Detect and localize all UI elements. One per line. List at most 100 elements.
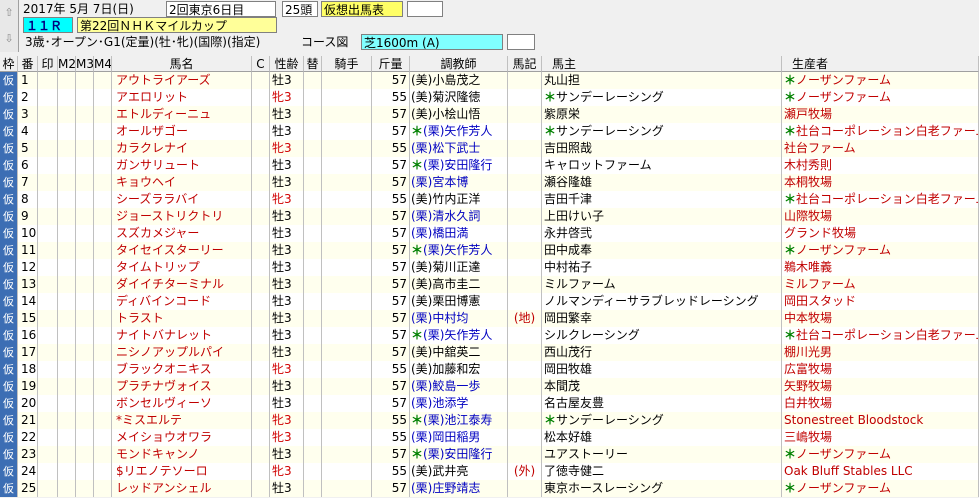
trainer[interactable]: (美)高市圭二 — [410, 276, 508, 293]
owner[interactable]: ノルマンディーサラブレッドレーシング — [542, 293, 782, 310]
trainer[interactable]: (栗)宮本博 — [410, 174, 508, 191]
breeder[interactable]: ＊ノーザンファーム — [782, 89, 979, 106]
m2-cell[interactable] — [58, 208, 76, 225]
breeder[interactable]: ＊社台コーポレーション白老ファーム — [782, 327, 979, 344]
m4-cell[interactable] — [94, 225, 112, 242]
m4-cell[interactable] — [94, 72, 112, 89]
horse-name[interactable]: ブラックオニキス — [112, 361, 252, 378]
shirushi-cell[interactable] — [38, 157, 58, 174]
table-row[interactable]: 仮 11 タイセイスターリー 牡3 57 ＊(栗)矢作芳人 田中成奉 ＊ノーザン… — [0, 242, 979, 259]
trainer[interactable]: (美)武井亮 — [410, 463, 508, 480]
horse-name[interactable]: スズカメジャー — [112, 225, 252, 242]
breeder[interactable]: ＊ノーザンファーム — [782, 72, 979, 89]
table-row[interactable]: 仮 10 スズカメジャー 牡3 57 (栗)橋田満 永井啓弐 グランド牧場 — [0, 225, 979, 242]
table-row[interactable]: 仮 14 ディバインコード 牡3 57 (美)栗田博憲 ノルマンディーサラブレッ… — [0, 293, 979, 310]
jockey-cell[interactable] — [322, 293, 372, 310]
jockey-cell[interactable] — [322, 446, 372, 463]
m2-cell[interactable] — [58, 191, 76, 208]
m2-cell[interactable] — [58, 276, 76, 293]
m4-cell[interactable] — [94, 89, 112, 106]
m3-cell[interactable] — [76, 157, 94, 174]
shirushi-cell[interactable] — [38, 72, 58, 89]
trainer[interactable]: ＊(栗)安田隆行 — [410, 157, 508, 174]
jockey-cell[interactable] — [322, 123, 372, 140]
trainer[interactable]: (栗)清水久詞 — [410, 208, 508, 225]
breeder[interactable]: 白井牧場 — [782, 395, 979, 412]
breeder[interactable]: 本桐牧場 — [782, 174, 979, 191]
m2-cell[interactable] — [58, 412, 76, 429]
breeder[interactable]: 木村秀則 — [782, 157, 979, 174]
course-map-button[interactable]: コース図 — [301, 34, 348, 50]
m3-cell[interactable] — [76, 429, 94, 446]
breeder[interactable]: ＊社台コーポレーション白老ファーム — [782, 123, 979, 140]
owner[interactable]: 中村祐子 — [542, 259, 782, 276]
table-row[interactable]: 仮 23 モンドキャンノ 牡3 57 ＊(栗)安田隆行 ユアストーリー ＊ノーザ… — [0, 446, 979, 463]
owner[interactable]: 岡田繁幸 — [542, 310, 782, 327]
shirushi-cell[interactable] — [38, 276, 58, 293]
m3-cell[interactable] — [76, 174, 94, 191]
shirushi-cell[interactable] — [38, 361, 58, 378]
trainer[interactable]: (美)栗田博憲 — [410, 293, 508, 310]
shirushi-cell[interactable] — [38, 327, 58, 344]
m4-cell[interactable] — [94, 123, 112, 140]
table-row[interactable]: 仮 25 レッドアンシェル 牡3 57 (栗)庄野靖志 東京ホースレーシング ＊… — [0, 480, 979, 497]
owner[interactable]: 岡田牧雄 — [542, 361, 782, 378]
jockey-cell[interactable] — [322, 89, 372, 106]
owner[interactable]: ＊サンデーレーシング — [542, 89, 782, 106]
trainer[interactable]: ＊(栗)矢作芳人 — [410, 242, 508, 259]
horse-name[interactable]: エトルディーニュ — [112, 106, 252, 123]
horse-name[interactable]: ニシノアップルパイ — [112, 344, 252, 361]
table-row[interactable]: 仮 21 *ミスエルテ 牝3 55 ＊(栗)池江泰寿 ＊サンデーレーシング St… — [0, 412, 979, 429]
table-row[interactable]: 仮 17 ニシノアップルパイ 牡3 57 (美)中舘英二 西山茂行 棚川光男 — [0, 344, 979, 361]
m4-cell[interactable] — [94, 446, 112, 463]
trainer[interactable]: (美)小島茂之 — [410, 72, 508, 89]
horse-name[interactable]: タイセイスターリー — [112, 242, 252, 259]
breeder[interactable]: ミルファーム — [782, 276, 979, 293]
m4-cell[interactable] — [94, 106, 112, 123]
jockey-cell[interactable] — [322, 191, 372, 208]
m2-cell[interactable] — [58, 259, 76, 276]
jockey-cell[interactable] — [322, 463, 372, 480]
shirushi-cell[interactable] — [38, 412, 58, 429]
shirushi-cell[interactable] — [38, 344, 58, 361]
trainer[interactable]: (栗)橋田満 — [410, 225, 508, 242]
breeder[interactable]: 中本牧場 — [782, 310, 979, 327]
m2-cell[interactable] — [58, 174, 76, 191]
breeder[interactable]: 三嶋牧場 — [782, 429, 979, 446]
owner[interactable]: 了徳寺健二 — [542, 463, 782, 480]
jockey-cell[interactable] — [322, 344, 372, 361]
m2-cell[interactable] — [58, 293, 76, 310]
jockey-cell[interactable] — [322, 157, 372, 174]
m2-cell[interactable] — [58, 480, 76, 497]
horse-name[interactable]: トラスト — [112, 310, 252, 327]
shirushi-cell[interactable] — [38, 293, 58, 310]
m3-cell[interactable] — [76, 225, 94, 242]
m4-cell[interactable] — [94, 191, 112, 208]
trainer[interactable]: ＊(栗)矢作芳人 — [410, 327, 508, 344]
horse-name[interactable]: *ミスエルテ — [112, 412, 252, 429]
m3-cell[interactable] — [76, 480, 94, 497]
jockey-cell[interactable] — [322, 208, 372, 225]
owner[interactable]: 瀬谷隆雄 — [542, 174, 782, 191]
owner[interactable]: ユアストーリー — [542, 446, 782, 463]
horse-name[interactable]: キョウヘイ — [112, 174, 252, 191]
m2-cell[interactable] — [58, 344, 76, 361]
table-row[interactable]: 仮 3 エトルディーニュ 牡3 57 (美)小桧山悟 紫原栄 瀬戸牧場 — [0, 106, 979, 123]
m4-cell[interactable] — [94, 140, 112, 157]
m4-cell[interactable] — [94, 242, 112, 259]
horse-name[interactable]: ジョーストリクトリ — [112, 208, 252, 225]
next-race-arrow-icon[interactable]: ⇩ — [2, 27, 16, 51]
m4-cell[interactable] — [94, 259, 112, 276]
m4-cell[interactable] — [94, 208, 112, 225]
horse-name[interactable]: ナイトバナレット — [112, 327, 252, 344]
trainer[interactable]: (美)菊川正達 — [410, 259, 508, 276]
owner[interactable]: 東京ホースレーシング — [542, 480, 782, 497]
m3-cell[interactable] — [76, 72, 94, 89]
breeder[interactable]: 棚川光男 — [782, 344, 979, 361]
trainer[interactable]: (栗)中村均 — [410, 310, 508, 327]
owner[interactable]: キャロットファーム — [542, 157, 782, 174]
m3-cell[interactable] — [76, 293, 94, 310]
breeder[interactable]: 山際牧場 — [782, 208, 979, 225]
m3-cell[interactable] — [76, 378, 94, 395]
trainer[interactable]: (美)竹内正洋 — [410, 191, 508, 208]
